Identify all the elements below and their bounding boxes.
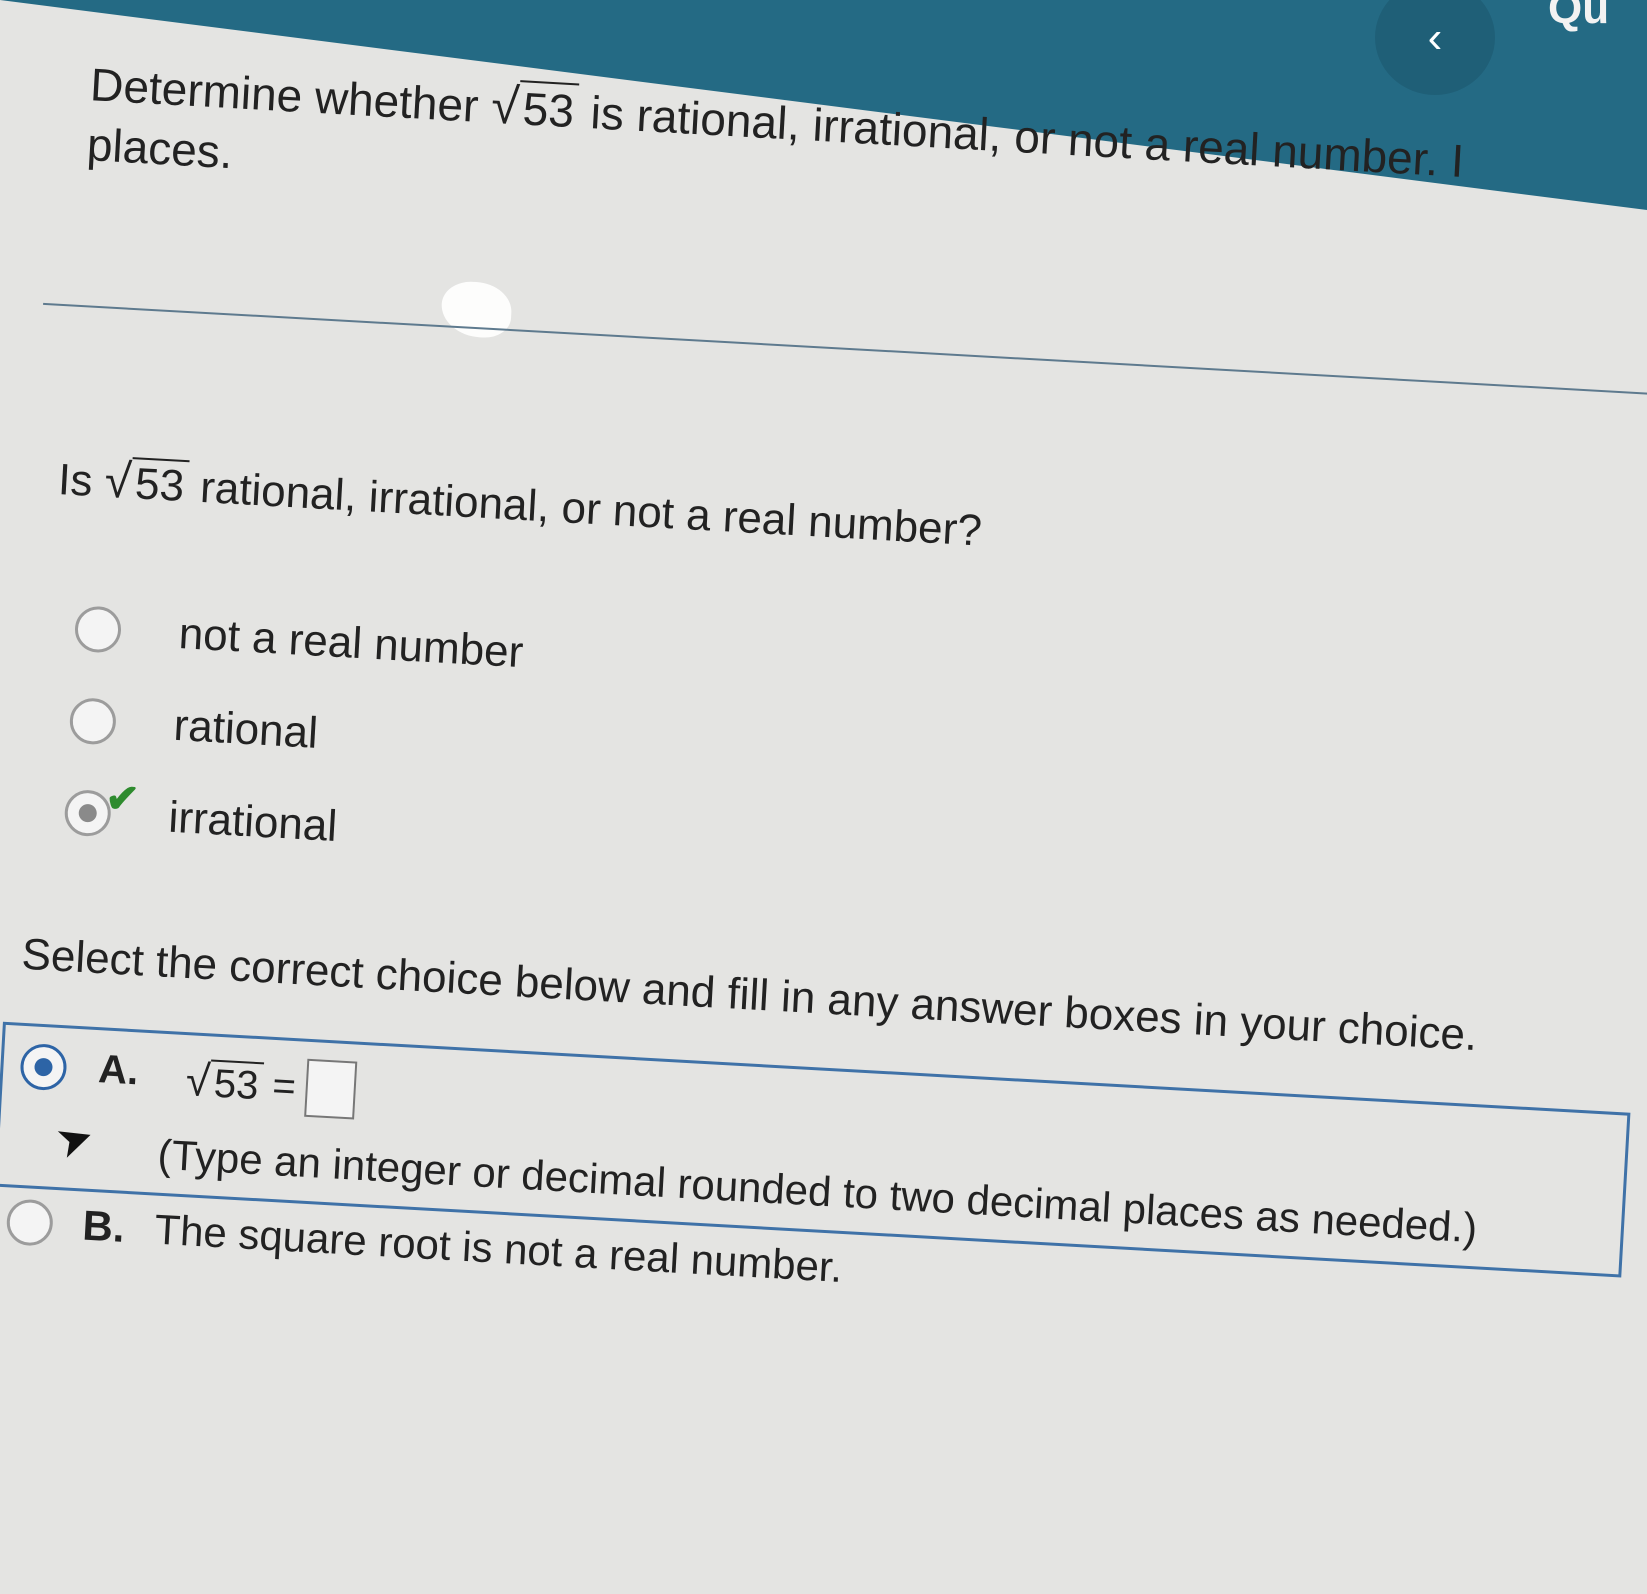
sqrt-radicand: 53 [517,80,580,138]
radio-button[interactable] [73,605,123,654]
option-label: rational [172,700,320,758]
option-rational[interactable]: rational [68,695,320,759]
question-prefix: Is [56,455,94,506]
sqrt-radicand: 53 [208,1059,264,1109]
choice-letter: A. [97,1047,140,1094]
radio-button-selected[interactable] [19,1042,68,1092]
option-label: not a real number [177,609,525,678]
question-suffix: rational, irrational, or not a real numb… [198,462,984,556]
radio-button[interactable] [5,1198,55,1247]
question-panel: Determine whether √53 is rational, irrat… [0,0,1647,1592]
equation: √53 = [184,1052,358,1120]
radio-button[interactable] [68,697,118,746]
header-title-fragment: Qu [1548,0,1610,33]
sqrt-expression: √53 [185,1056,264,1110]
sqrt-radicand: 53 [129,457,190,512]
equals-sign: = [271,1063,298,1109]
chevron-left-icon: ‹ [1427,12,1443,62]
section-divider [43,302,1647,396]
sqrt-expression: √53 [103,454,190,512]
option-label: irrational [167,792,339,852]
option-irrational[interactable]: ✔ irrational [63,776,339,852]
problem-statement: Determine whether √53 is rational, irrat… [85,53,1466,251]
checkmark-icon: ✔ [104,776,141,822]
question-text: Is √53 rational, irrational, or not a re… [57,450,984,558]
answer-input[interactable] [304,1058,358,1120]
sqrt-expression: √53 [490,77,580,138]
option-not-real[interactable]: not a real number [73,603,525,678]
choice-letter: B. [81,1201,126,1251]
